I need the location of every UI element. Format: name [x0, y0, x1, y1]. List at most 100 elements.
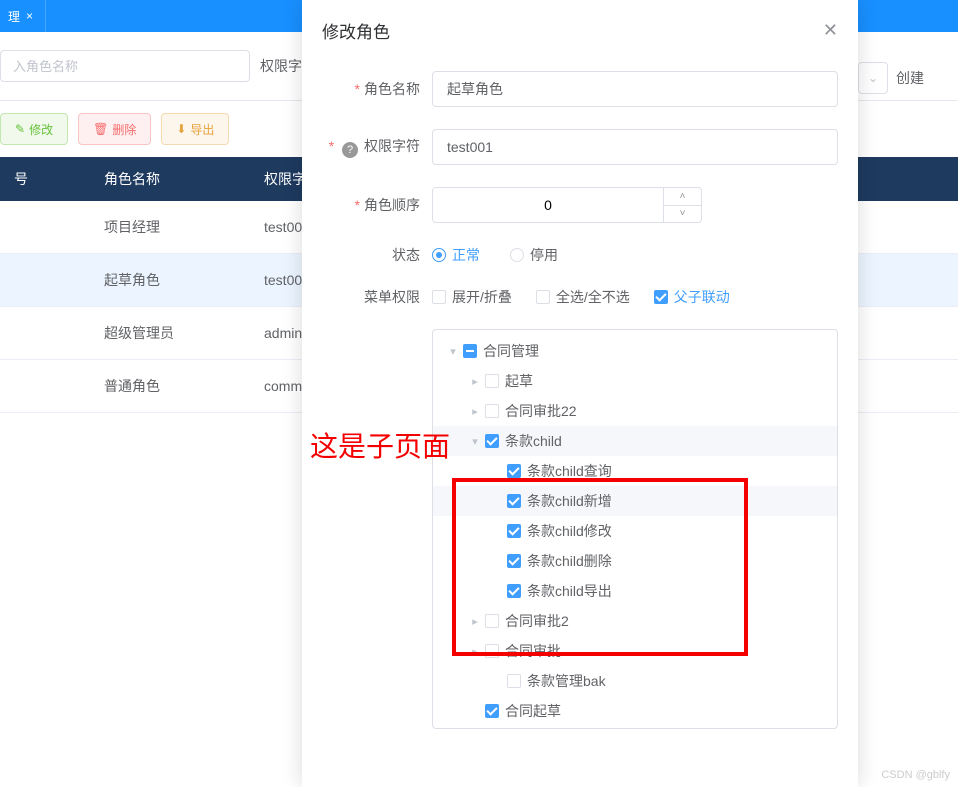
order-stepper[interactable]: ˄ ˅	[432, 187, 702, 223]
tree-node[interactable]: 条款管理bak	[433, 666, 837, 696]
tree-checkbox[interactable]	[507, 464, 521, 478]
caret-icon[interactable]: ▸	[465, 405, 485, 418]
order-input[interactable]	[433, 188, 663, 222]
cell-id	[0, 360, 90, 413]
radio-dot-icon	[510, 248, 524, 262]
tree-node[interactable]: ▸ 合同审批	[433, 636, 837, 666]
tree-checkbox[interactable]	[485, 374, 499, 388]
tree-checkbox[interactable]	[507, 494, 521, 508]
caret-icon[interactable]: ▸	[465, 645, 485, 658]
tab-item[interactable]: 理 ×	[0, 0, 46, 32]
tree-checkbox[interactable]	[485, 704, 499, 718]
stepper-down-icon[interactable]: ˅	[664, 206, 701, 223]
tree-checkbox[interactable]	[485, 644, 499, 658]
tree-checkbox[interactable]	[485, 614, 499, 628]
row-order: 角色顺序 ˄ ˅	[322, 187, 838, 223]
tree-label: 合同审批22	[505, 401, 577, 421]
label-rolename: 角色名称	[322, 79, 432, 99]
tree-label: 条款child导出	[527, 581, 612, 601]
tree-checkbox[interactable]	[507, 674, 521, 688]
edit-button[interactable]: ✎ 修改	[0, 113, 68, 145]
tree-checkbox[interactable]	[507, 554, 521, 568]
caret-icon[interactable]: ▸	[465, 375, 485, 388]
caret-icon[interactable]: ▸	[465, 615, 485, 628]
tree-checkbox[interactable]	[507, 584, 521, 598]
tree-node[interactable]: 条款child查询	[433, 456, 837, 486]
radio-normal[interactable]: 正常	[432, 245, 480, 265]
tree-label: 条款child查询	[527, 461, 612, 481]
tree-label: 条款管理bak	[527, 671, 606, 691]
permkey-input[interactable]	[432, 129, 838, 165]
cell-id	[0, 254, 90, 307]
tree-node[interactable]: 条款child删除	[433, 546, 837, 576]
radio-disabled[interactable]: 停用	[510, 245, 558, 265]
stepper-up-icon[interactable]: ˄	[664, 188, 701, 206]
stepper-buttons: ˄ ˅	[663, 188, 701, 222]
checkbox-link[interactable]: 父子联动	[654, 287, 730, 307]
tree-checkbox[interactable]	[485, 434, 499, 448]
watermark: CSDN @gblfy	[881, 769, 950, 781]
row-status: 状态 正常 停用	[322, 245, 838, 265]
row-menu-opts: 菜单权限 展开/折叠 全选/全不选 父子联动	[322, 287, 838, 307]
right-controls: ⌄ 创建	[858, 48, 958, 108]
caret-icon[interactable]: ▾	[465, 435, 485, 448]
caret-icon[interactable]: ▾	[443, 345, 463, 358]
tree-checkbox[interactable]	[507, 524, 521, 538]
tree-node[interactable]: ▾ 条款child	[433, 426, 837, 456]
tree-node[interactable]: 条款child导出	[433, 576, 837, 606]
cell-name: 超级管理员	[90, 307, 250, 360]
cell-id	[0, 307, 90, 360]
tree-label: 条款child删除	[527, 551, 612, 571]
modal-header: 修改角色 ✕	[302, 0, 858, 61]
cell-name: 项目经理	[90, 201, 250, 254]
col-name: 角色名称	[90, 157, 250, 201]
tab-close-icon[interactable]: ×	[26, 9, 33, 23]
checkbox-icon	[654, 290, 668, 304]
edit-role-modal: 修改角色 ✕ 角色名称 ? 权限字符 角色顺序 ˄ ˅	[302, 0, 858, 787]
row-tree: ▾合同管理▸起草▸合同审批22▾条款child条款child查询条款child新…	[322, 329, 838, 729]
label-status: 状态	[322, 245, 432, 265]
menu-options: 展开/折叠 全选/全不选 父子联动	[432, 287, 838, 307]
tree-node[interactable]: 合同起草	[433, 696, 837, 726]
row-rolename: 角色名称	[322, 71, 838, 107]
cell-id	[0, 201, 90, 254]
delete-button[interactable]: 🗑 删除	[78, 113, 151, 145]
edit-label: 修改	[29, 121, 53, 138]
tree-checkbox[interactable]	[485, 404, 499, 418]
tree-node[interactable]: ▸ 合同审批22	[433, 396, 837, 426]
tree-node[interactable]: 条款child新增	[433, 486, 837, 516]
tree-label: 合同审批	[505, 641, 561, 661]
checkbox-select-all[interactable]: 全选/全不选	[536, 287, 630, 307]
row-permkey: ? 权限字符	[322, 129, 838, 165]
permission-tree[interactable]: ▾合同管理▸起草▸合同审批22▾条款child条款child查询条款child新…	[432, 329, 838, 729]
modal-body: 角色名称 ? 权限字符 角色顺序 ˄ ˅ 状态	[302, 61, 858, 771]
dropdown-arrow-icon[interactable]: ⌄	[858, 62, 888, 94]
checkbox-icon	[536, 290, 550, 304]
rolename-input[interactable]	[432, 71, 838, 107]
rolename-search-input[interactable]	[0, 50, 250, 82]
tree-node[interactable]: ▸起草	[433, 366, 837, 396]
tree-node[interactable]: ▸ 合同审批2	[433, 606, 837, 636]
tree-label: 合同管理	[483, 341, 539, 361]
help-icon[interactable]: ?	[342, 142, 358, 158]
tree-node[interactable]: ▾ 合同管理	[433, 336, 837, 366]
tree-node[interactable]: 指标查询	[433, 726, 837, 729]
checkbox-expand[interactable]: 展开/折叠	[432, 287, 512, 307]
col-id: 号	[0, 157, 90, 201]
tree-label: 条款child新增	[527, 491, 612, 511]
tree-label: 条款child修改	[527, 521, 612, 541]
tab-label: 理	[8, 8, 20, 25]
export-icon: ⬇	[176, 122, 186, 136]
label-order: 角色顺序	[322, 195, 432, 215]
tree-checkbox[interactable]	[463, 344, 477, 358]
export-button[interactable]: ⬇ 导出	[161, 113, 229, 145]
tree-label: 合同审批2	[505, 611, 569, 631]
tree-label: 条款child	[505, 431, 562, 451]
annotation-text: 这是子页面	[310, 425, 450, 465]
modal-title: 修改角色	[322, 18, 390, 43]
create-label: 创建	[896, 68, 924, 88]
label-menu: 菜单权限	[322, 287, 432, 307]
delete-label: 删除	[112, 121, 136, 138]
close-icon[interactable]: ✕	[823, 20, 838, 41]
tree-node[interactable]: 条款child修改	[433, 516, 837, 546]
